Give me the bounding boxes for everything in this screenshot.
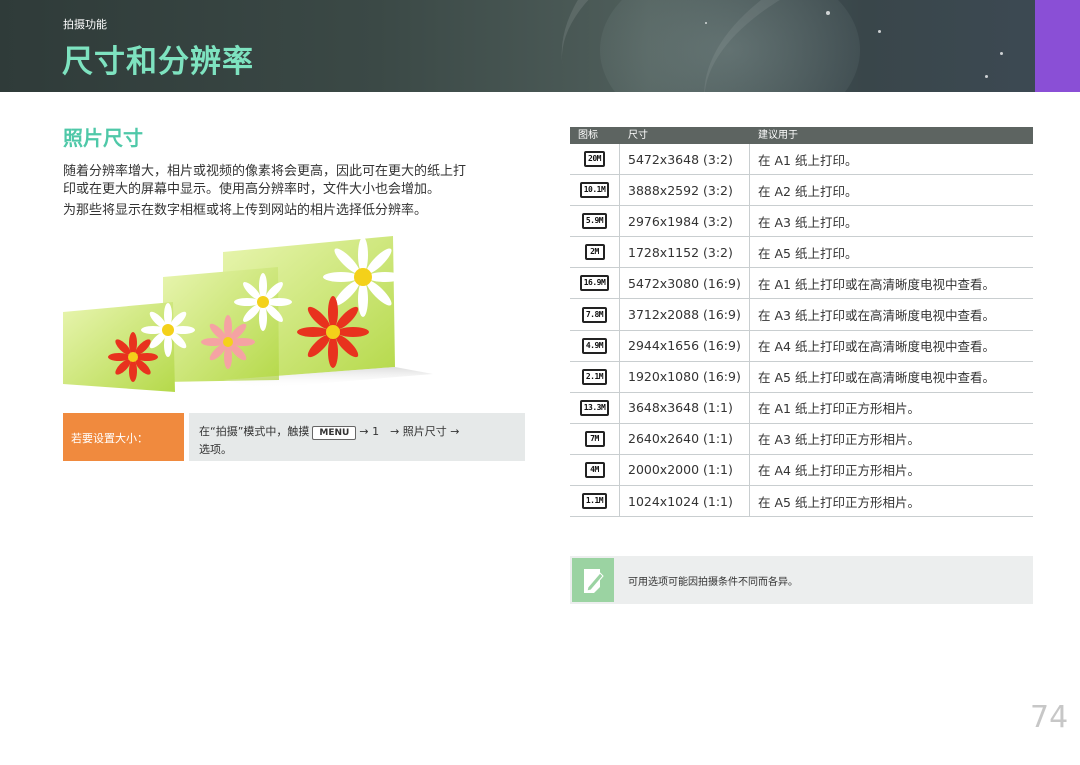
row-icon-cell: 13.3M: [570, 392, 620, 423]
row-size-cell: 5472x3648 (3:2): [620, 144, 750, 175]
row-use-cell: 在 A5 纸上打印正方形相片。: [758, 494, 920, 510]
howto-instructions: 在“拍摄”模式中，触摸 MENU → 1 → 照片尺寸 → 选项。: [189, 413, 525, 461]
paragraph-line: 印或在更大的屏幕中显示。使用高分辨率时，文件大小也会增加。: [63, 182, 441, 197]
menu-key-icon: MENU: [312, 426, 357, 440]
table-row: 2M 1728x1152 (3:2) 在 A5 纸上打印。: [570, 237, 1033, 269]
photo-size-icon: 10.1M: [579, 182, 610, 199]
header-icon: 图标: [578, 130, 598, 141]
row-use-cell: 在 A5 纸上打印。: [758, 245, 858, 261]
row-icon-cell: 5.9M: [570, 206, 620, 237]
row-use-cell: 在 A4 纸上打印或在高清晰度电视中查看。: [758, 339, 995, 355]
table-row: 7M 2640x2640 (1:1) 在 A3 纸上打印正方形相片。: [570, 423, 1033, 455]
photo-size-icon: 16.9M: [579, 275, 610, 292]
table-row: 4M 2000x2000 (1:1) 在 A4 纸上打印正方形相片。: [570, 454, 1033, 487]
row-use-cell: 在 A1 纸上打印或在高清晰度电视中查看。: [758, 276, 995, 292]
row-size-cell: 1728x1152 (3:2): [620, 237, 750, 268]
page-title: 尺寸和分辨率: [62, 44, 254, 80]
row-icon-cell: 1.1M: [570, 486, 620, 517]
photo-size-icon: 20M: [584, 151, 605, 168]
row-use-cell: 在 A3 纸上打印。: [758, 214, 858, 230]
table-row: 10.1M 3888x2592 (3:2) 在 A2 纸上打印。: [570, 175, 1033, 207]
photo-size-icon: 7M: [584, 430, 605, 447]
table-row: 7.8M 3712x2088 (16:9) 在 A3 纸上打印或在高清晰度电视中查看…: [570, 299, 1033, 331]
section-subtitle: 照片尺寸: [63, 126, 143, 150]
row-size-cell: 3648x3648 (1:1): [620, 392, 750, 423]
howto-box: 若要设置大小： 在“拍摄”模式中，触摸 MENU → 1 → 照片尺寸 → 选项。: [63, 413, 525, 461]
table-row: 1.1M 1024x1024 (1:1) 在 A5 纸上打印正方形相片。: [570, 486, 1033, 518]
sparkle: [826, 11, 830, 15]
table-row: 4.9M 2944x1656 (16:9) 在 A4 纸上打印或在高清晰度电视中查看…: [570, 330, 1033, 362]
row-icon-cell: 10.1M: [570, 175, 620, 206]
table-row: 16.9M 5472x3080 (16:9) 在 A1 纸上打印或在高清晰度电视中查…: [570, 268, 1033, 300]
header-banner: 拍摄功能 尺寸和分辨率: [0, 0, 1080, 92]
photo-size-icon: 2.1M: [581, 368, 608, 385]
row-icon-cell: 20M: [570, 144, 620, 175]
howto-text-before: 在“拍摄”模式中，触摸: [199, 425, 310, 438]
photo-size-icon: 1.1M: [581, 493, 608, 510]
page-number: 74: [1030, 700, 1069, 735]
row-use-cell: 在 A2 纸上打印。: [758, 183, 858, 199]
sparkle: [878, 30, 881, 33]
row-size-cell: 3888x2592 (3:2): [620, 175, 750, 206]
howto-text-after: → 1 → 照片尺寸 →: [359, 425, 460, 438]
row-use-cell: 在 A3 纸上打印或在高清晰度电视中查看。: [758, 308, 995, 324]
row-size-cell: 2944x1656 (16:9): [620, 330, 750, 361]
row-size-cell: 2976x1984 (3:2): [620, 206, 750, 237]
photo-size-icon: 2M: [584, 244, 605, 261]
howto-label: 若要设置大小：: [63, 413, 184, 461]
row-size-cell: 5472x3080 (16:9): [620, 268, 750, 299]
row-size-cell: 2640x2640 (1:1): [620, 423, 750, 454]
row-icon-cell: 2.1M: [570, 361, 620, 392]
photo-size-icon: 4.9M: [581, 337, 608, 354]
section-label: 拍摄功能: [63, 18, 107, 31]
row-use-cell: 在 A1 纸上打印正方形相片。: [758, 401, 920, 417]
row-icon-cell: 16.9M: [570, 268, 620, 299]
table-body: 20M 5472x3648 (3:2) 在 A1 纸上打印。 10.1M 3888x25…: [570, 144, 1033, 518]
row-use-cell: 在 A5 纸上打印或在高清晰度电视中查看。: [758, 370, 995, 386]
header-size: 尺寸: [628, 130, 648, 141]
photo-size-icon: 13.3M: [579, 399, 610, 416]
row-use-cell: 在 A1 纸上打印。: [758, 152, 858, 168]
row-icon-cell: 2M: [570, 237, 620, 268]
note-box: 可用选项可能因拍摄条件不同而各异。: [570, 556, 1033, 604]
sparkle: [1000, 52, 1003, 55]
paragraph-line: 为那些将显示在数字相框或将上传到网站的相片选择低分辨率。: [63, 203, 428, 218]
row-size-cell: 1920x1080 (16:9): [620, 361, 750, 392]
row-size-cell: 1024x1024 (1:1): [620, 486, 750, 517]
paragraph-line: 随着分辨率增大，相片或视频的像素将会更高，因此可在更大的纸上打: [63, 164, 467, 179]
header-use: 建议用于: [758, 130, 798, 141]
table-row: 2.1M 1920x1080 (16:9) 在 A5 纸上打印或在高清晰度电视中查看…: [570, 361, 1033, 393]
howto-text-end: 选项。: [199, 443, 232, 456]
row-use-cell: 在 A3 纸上打印正方形相片。: [758, 432, 920, 448]
photo-size-icon: 5.9M: [581, 213, 608, 230]
photo-size-icon: 4M: [584, 461, 605, 478]
row-icon-cell: 7.8M: [570, 299, 620, 330]
row-use-cell: 在 A4 纸上打印正方形相片。: [758, 463, 920, 479]
photo-size-icon: 7.8M: [581, 306, 608, 323]
row-icon-cell: 7M: [570, 423, 620, 454]
sparkle: [985, 75, 988, 78]
row-size-cell: 3712x2088 (16:9): [620, 299, 750, 330]
row-size-cell: 2000x2000 (1:1): [620, 454, 750, 486]
photo-size-table: 图标 尺寸 建议用于 20M 5472x3648 (3:2) 在 A1 纸上打印。 1…: [570, 127, 1033, 518]
table-header: 图标 尺寸 建议用于: [570, 127, 1033, 144]
chapter-tab[interactable]: [1035, 0, 1080, 92]
row-icon-cell: 4.9M: [570, 330, 620, 361]
table-row: 5.9M 2976x1984 (3:2) 在 A3 纸上打印。: [570, 206, 1033, 238]
note-text: 可用选项可能因拍摄条件不同而各异。: [628, 577, 798, 588]
pencil-note-icon: [572, 558, 614, 602]
table-row: 13.3M 3648x3648 (1:1) 在 A1 纸上打印正方形相片。: [570, 392, 1033, 424]
photo-sizes-illustration: [63, 236, 433, 392]
row-icon-cell: 4M: [570, 454, 620, 486]
sparkle: [705, 22, 707, 24]
table-row: 20M 5472x3648 (3:2) 在 A1 纸上打印。: [570, 144, 1033, 176]
